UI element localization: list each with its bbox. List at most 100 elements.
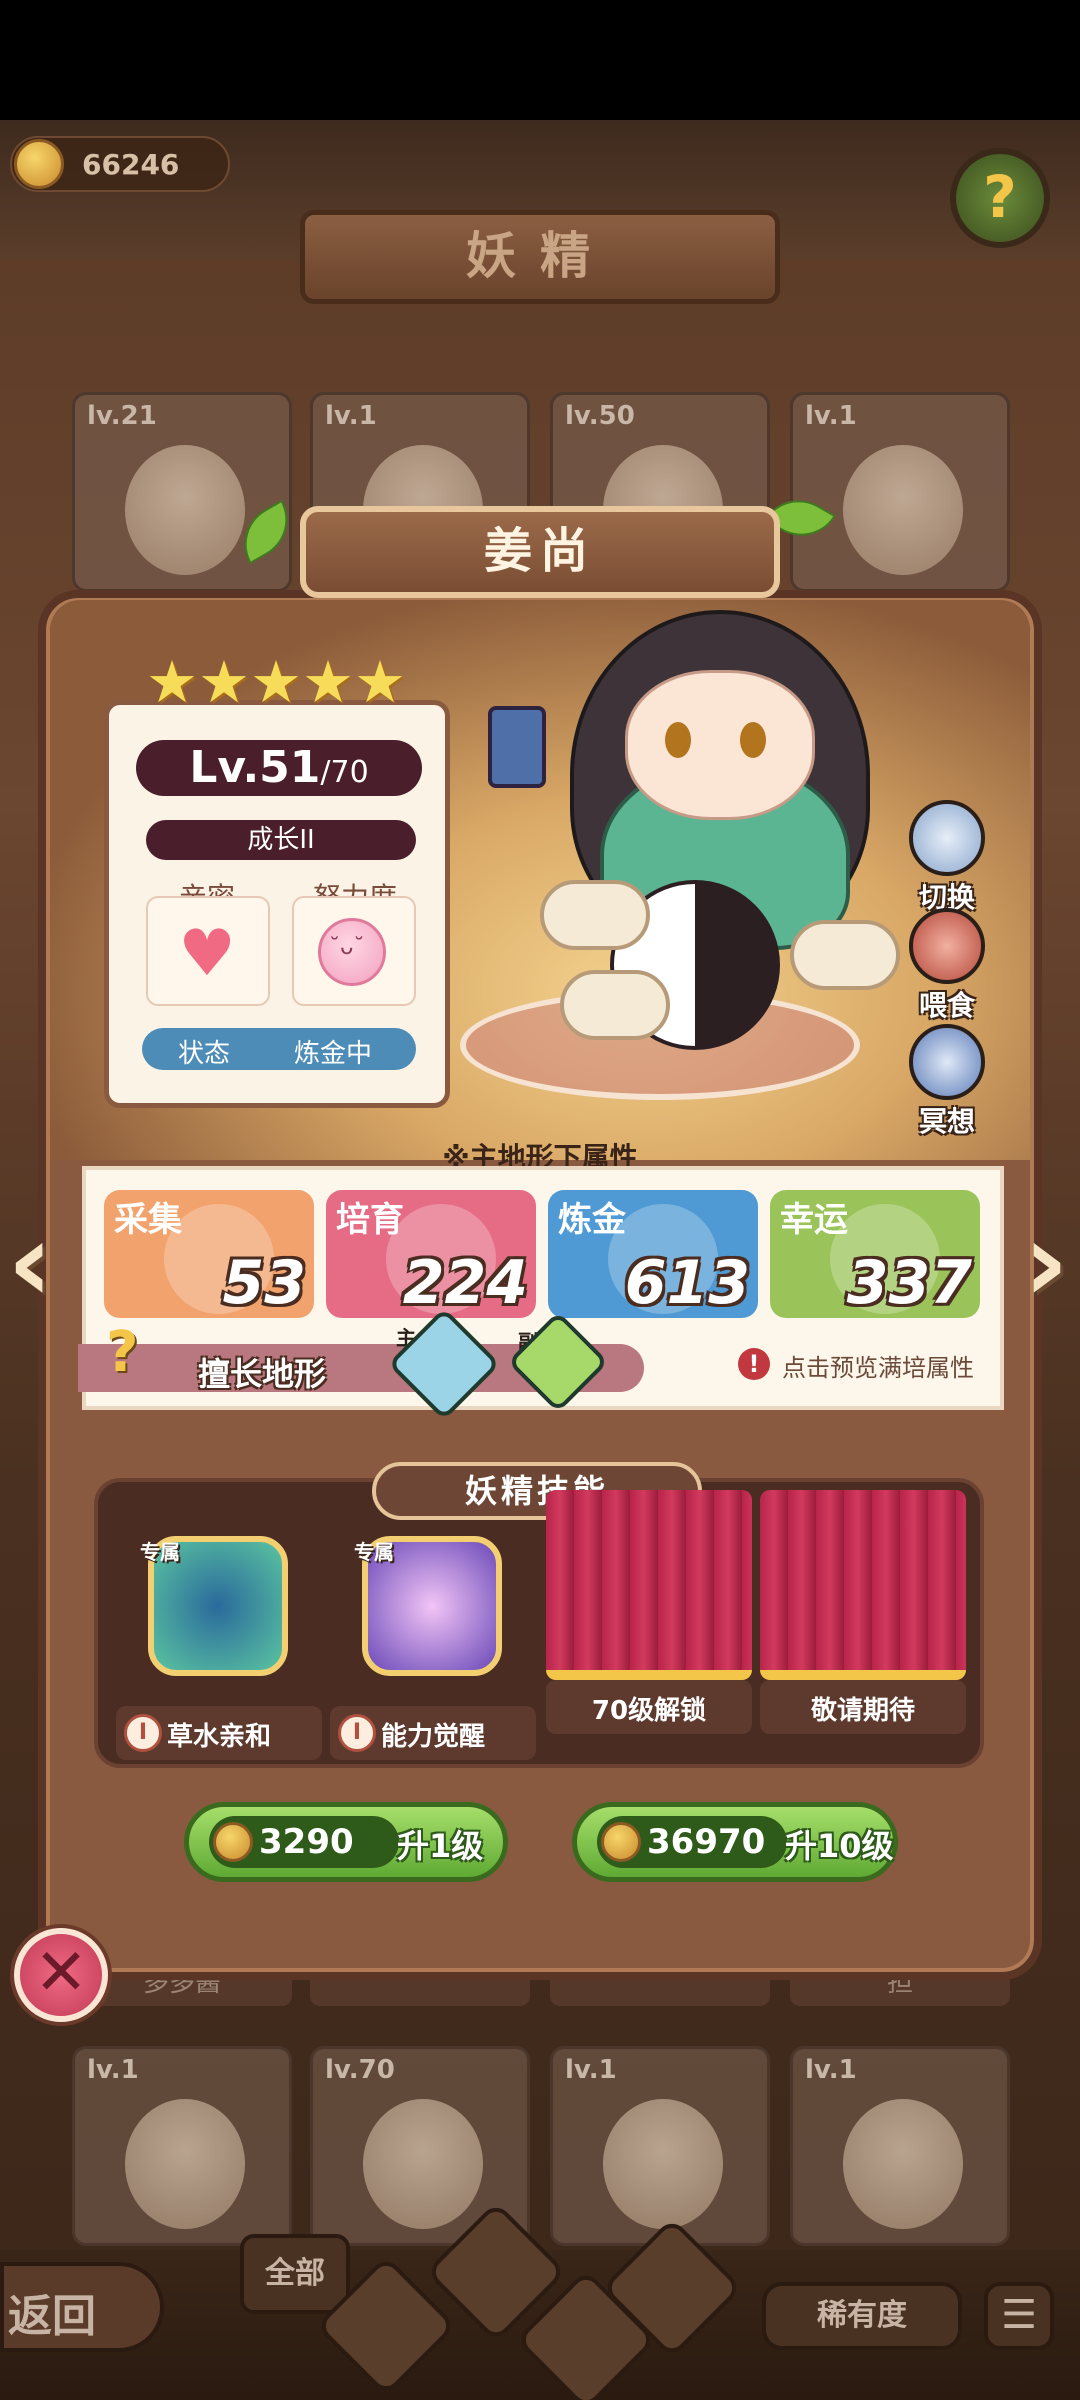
coin-icon — [14, 139, 64, 189]
card-level: lv.50 — [565, 401, 635, 431]
sort-order-icon[interactable]: ☰ — [984, 2282, 1054, 2350]
fairy-portrait — [603, 2099, 723, 2229]
star-icon: ★ — [250, 648, 302, 716]
close-button[interactable]: ✕ — [14, 1928, 108, 2022]
meditate-button[interactable]: 冥想 — [902, 1024, 992, 1140]
locked-curtain — [546, 1490, 752, 1680]
rarity-label: 稀有度 — [817, 2298, 907, 2333]
locked-skill-slot: 70级解锁 — [546, 1490, 752, 1734]
upgrade-1-level-button[interactable]: 3290 升1级 — [184, 1802, 508, 1882]
growth-badge: 成长II — [146, 820, 416, 860]
attribute-nurture: 培育 224 — [326, 1190, 536, 1318]
filter-all-button[interactable]: 全部 — [240, 2234, 350, 2314]
feed-button[interactable]: 喂食 — [902, 908, 992, 1024]
attribute-label: 幸运 — [780, 1200, 848, 1240]
skill-slot[interactable]: 专属 I 能力觉醒 — [330, 1536, 536, 1760]
page-title: 妖精 — [466, 227, 614, 285]
page-title-plaque: 妖精 — [300, 210, 780, 304]
fairy-portrait — [363, 2099, 483, 2229]
attribute-value: 224 — [402, 1248, 528, 1318]
star-icon: ★ — [198, 648, 250, 716]
fishing-lantern — [488, 706, 546, 788]
upgrade-label: 升1级 — [397, 1827, 484, 1865]
star-icon: ★ — [302, 648, 354, 716]
upgrade-cost: 3290 — [209, 1816, 399, 1868]
exclusive-tag: 专属 — [354, 1540, 394, 1564]
meditate-icon — [909, 1024, 985, 1100]
cloud-decoration — [790, 920, 900, 990]
cloud-decoration — [560, 970, 670, 1040]
skill-label-bar: I 草水亲和 — [116, 1706, 322, 1760]
upgrade-10-level-button[interactable]: 36970 升10级 — [572, 1802, 898, 1882]
effort-face-icon — [318, 918, 386, 986]
level-display: Lv.51/70 — [136, 740, 422, 796]
coin-icon — [213, 1822, 253, 1862]
character-face — [625, 670, 815, 820]
upgrade-cost: 36970 — [597, 1816, 787, 1868]
card-level: lv.1 — [87, 2055, 139, 2085]
switch-icon — [909, 800, 985, 876]
fairy-card[interactable]: lv.1 — [72, 2046, 292, 2246]
currency-display: 66246 — [10, 136, 230, 192]
upgrade-label: 升10级 — [785, 1827, 894, 1865]
character-eye — [740, 722, 766, 758]
question-mark-icon: ? — [106, 1320, 139, 1385]
card-level: lv.1 — [805, 401, 857, 431]
attribute-label: 采集 — [114, 1200, 182, 1240]
star-icon: ★ — [354, 648, 406, 716]
character-eye — [665, 722, 691, 758]
skill-name: 敬请期待 — [810, 1696, 915, 1726]
preview-hint-text: 点击预览满培属性 — [782, 1354, 974, 1382]
locked-curtain — [760, 1490, 966, 1680]
fairy-portrait — [843, 2099, 963, 2229]
back-button[interactable]: 返回 — [0, 2262, 164, 2352]
upgrade-cost-value: 36970 — [647, 1822, 766, 1862]
star-icon: ★ — [146, 648, 198, 716]
card-level: lv.1 — [565, 2055, 617, 2085]
card-level: lv.21 — [87, 401, 157, 431]
feed-label: 喂食 — [918, 989, 975, 1022]
fairy-portrait — [843, 445, 963, 575]
attribute-alchemy: 炼金 613 — [548, 1190, 758, 1318]
state-badge: 状态 炼金中 — [142, 1028, 416, 1070]
fairy-name: 姜尚 — [483, 523, 596, 579]
fairy-card[interactable]: lv.1 — [790, 392, 1010, 592]
fairy-card[interactable]: lv.1 — [550, 2046, 770, 2246]
help-button[interactable]: ? — [950, 148, 1050, 248]
fairy-portrait — [125, 445, 245, 575]
fairy-card[interactable]: lv.21 — [72, 392, 292, 592]
meditate-label: 冥想 — [918, 1105, 975, 1138]
card-level: lv.1 — [325, 401, 377, 431]
fairy-name-plaque: 姜尚 — [300, 506, 780, 598]
switch-button[interactable]: 切换 — [902, 800, 992, 916]
heart-icon: ♥ — [178, 917, 236, 991]
attribute-value: 53 — [222, 1248, 307, 1318]
terrain-label: 擅长地形 — [198, 1355, 327, 1393]
fairy-portrait — [125, 2099, 245, 2229]
fairy-level: Lv.51 — [189, 742, 321, 793]
skill-name: 草水亲和 — [166, 1722, 271, 1752]
attribute-label: 培育 — [336, 1200, 404, 1240]
skill-label-bar: 敬请期待 — [760, 1680, 966, 1734]
coin-icon — [601, 1822, 641, 1862]
cloud-decoration — [540, 880, 650, 950]
state-label: 状态 — [178, 1039, 231, 1069]
previous-fairy-arrow[interactable]: ‹ — [0, 1202, 60, 1322]
locked-skill-slot: 敬请期待 — [760, 1490, 966, 1734]
exclamation-icon: ! — [738, 1348, 770, 1380]
attribute-value: 613 — [624, 1248, 750, 1318]
meat-icon — [909, 908, 985, 984]
skill-slot[interactable]: 专属 I 草水亲和 — [116, 1536, 322, 1760]
skill-name: 能力觉醒 — [380, 1722, 485, 1752]
attribute-value: 337 — [846, 1248, 972, 1318]
skill-name: 70级解锁 — [591, 1696, 707, 1726]
skill-label-bar: I 能力觉醒 — [330, 1706, 536, 1760]
back-label: 返回 — [8, 2291, 96, 2342]
rarity-sort-button[interactable]: 稀有度 — [762, 2282, 962, 2350]
state-value: 炼金中 — [294, 1039, 373, 1069]
fairy-card[interactable]: lv.1 — [790, 2046, 1010, 2246]
max-attribute-preview-link[interactable]: ! 点击预览满培属性 — [738, 1344, 988, 1384]
next-fairy-arrow[interactable]: › — [1016, 1202, 1076, 1322]
attribute-luck: 幸运 337 — [770, 1190, 980, 1318]
card-level: lv.1 — [805, 2055, 857, 2085]
